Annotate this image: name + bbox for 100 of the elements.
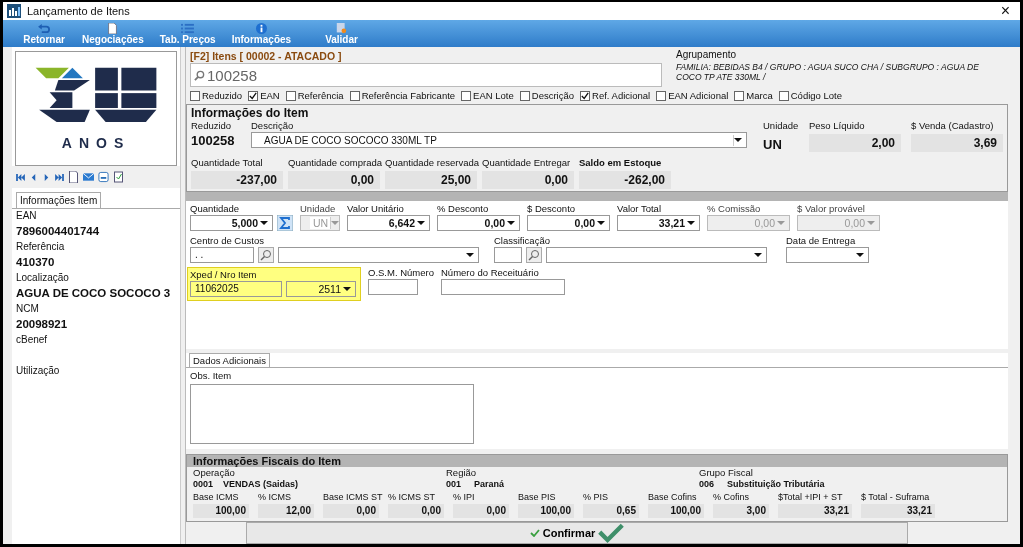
field-value: 410370	[16, 255, 56, 270]
quantity-value: -262,00	[579, 171, 671, 189]
checkbox[interactable]	[190, 90, 200, 101]
checkbox[interactable]	[778, 90, 789, 101]
field-label: EAN	[16, 209, 38, 222]
toolbar-button[interactable]: Validar	[320, 23, 363, 47]
checkbox[interactable]	[580, 90, 591, 101]
search-icon	[194, 69, 205, 81]
checkbox[interactable]	[461, 90, 472, 101]
checkbox-label: Referência	[297, 90, 344, 101]
field-value: AGUA DE COCO SOCOCO 3	[16, 286, 172, 301]
info-icon	[254, 23, 268, 34]
sum-button[interactable]	[277, 215, 293, 232]
checkbox-label: EAN Adicional	[668, 90, 729, 101]
code-value: 100258	[191, 132, 236, 150]
list-icon	[181, 23, 195, 34]
cost-center-dropdown[interactable]	[278, 247, 479, 264]
field-label: Quantidade reservada	[385, 157, 477, 169]
checkbox[interactable]	[734, 90, 745, 101]
items-label: [F2] Itens [ 00002 - ATACADO ]	[190, 49, 343, 63]
additional-data-tab[interactable]: Dados Adicionais	[189, 352, 270, 367]
description-dropdown[interactable]: AGUA DE COCO SOCOCO 330ML TP	[251, 132, 747, 148]
tax-value: 0,00	[323, 504, 379, 518]
search-button[interactable]	[258, 247, 274, 264]
mail-icon[interactable]	[83, 171, 94, 183]
field-label: % IPI	[453, 491, 476, 503]
name-value: VENDAS (Saidas)	[223, 479, 299, 489]
search-field[interactable]: 100258	[190, 63, 662, 87]
toolbar-button[interactable]: Negociações	[77, 23, 149, 47]
price-value: 3,69	[911, 134, 1003, 152]
last-record-icon[interactable]	[55, 173, 64, 181]
dropdown-field[interactable]: 5,000	[190, 215, 273, 232]
dropdown-field[interactable]: 6,642	[347, 215, 430, 232]
weight-value: 2,00	[809, 134, 901, 152]
field-value: 20098921	[16, 317, 69, 332]
checkbox[interactable]	[656, 90, 667, 101]
info-tab[interactable]: Informações Item	[16, 192, 102, 208]
document-icon	[106, 23, 120, 34]
classification-dropdown[interactable]	[546, 247, 767, 264]
field-label: $ Desconto	[527, 203, 577, 216]
next-record-icon[interactable]	[42, 173, 51, 181]
classification-code-field[interactable]	[494, 247, 522, 264]
osm-number-field[interactable]	[368, 279, 418, 296]
caret-icon	[260, 221, 268, 226]
field-label: % PIS	[583, 491, 609, 503]
field-label: Quantidade Total	[191, 157, 264, 169]
caret-icon	[507, 221, 515, 226]
toolbar-button[interactable]: Informações	[226, 23, 297, 47]
field-label: Centro de Custos	[190, 235, 265, 248]
notes-field[interactable]	[190, 383, 474, 444]
field-label: Referência	[16, 240, 66, 253]
field-label: Região	[446, 467, 478, 479]
tax-value: 0,00	[388, 504, 444, 518]
field-label: Descrição	[251, 120, 295, 132]
checkbox[interactable]	[248, 90, 259, 101]
caret-icon	[754, 253, 762, 258]
close-button[interactable]: ×	[990, 3, 1020, 19]
item-number-dropdown[interactable]: 2511	[286, 281, 356, 298]
field-label: Quantidade	[190, 203, 241, 216]
section-title: Informações do Item	[191, 107, 310, 120]
field-label: Valor Total	[617, 203, 662, 216]
prescription-number-field[interactable]	[441, 279, 565, 296]
search-button[interactable]	[526, 247, 542, 264]
field-label: Xped / Nro Item	[190, 269, 258, 282]
tax-value: 33,21	[861, 504, 935, 518]
code-value: 001	[446, 479, 463, 489]
previous-record-icon[interactable]	[29, 173, 38, 181]
checkbox[interactable]	[519, 90, 530, 101]
field-label: % Cofins	[713, 491, 750, 503]
toolbar-button[interactable]: Retornar	[17, 23, 71, 47]
field-label: $ Venda (Cadastro)	[911, 120, 995, 132]
order-number-field[interactable]: 11062025	[190, 281, 282, 298]
field-label: Base ICMS	[193, 491, 240, 503]
document-icon[interactable]	[68, 171, 79, 183]
field-label: Obs. Item	[190, 369, 233, 382]
quantity-value: -237,00	[191, 171, 283, 189]
grouping-label: Agrupamento	[676, 49, 738, 60]
dropdown-field[interactable]: 0,00	[527, 215, 610, 232]
delivery-date-dropdown[interactable]	[786, 247, 869, 264]
checkbox[interactable]	[349, 90, 360, 101]
dropdown-field[interactable]: 0,00	[437, 215, 520, 232]
checkbox[interactable]	[285, 90, 296, 101]
field-label: cBenef	[16, 333, 49, 346]
toolbar-button[interactable]: Tab. Preços	[154, 23, 221, 47]
checkbox-label: EAN	[260, 90, 280, 101]
check-icon	[598, 523, 625, 543]
dropdown-field[interactable]: 33,21	[617, 215, 700, 232]
field-label: Operação	[193, 467, 236, 479]
code-value: 006	[699, 479, 716, 489]
checkbox-label: Referência Fabricante	[361, 90, 456, 101]
confirm-button[interactable]: Confirmar	[246, 522, 908, 544]
field-label: % Desconto	[437, 203, 490, 216]
field-label: $ Total - Suframa	[861, 491, 931, 503]
checklist-icon[interactable]	[113, 171, 124, 183]
first-record-icon[interactable]	[16, 173, 25, 181]
field-label: NCM	[16, 302, 40, 315]
field-label: O.S.M. Número	[368, 267, 434, 280]
cost-center-code-field[interactable]: . .	[190, 247, 254, 264]
field-value: 7896004401744	[16, 224, 101, 239]
tax-value: 100,00	[193, 504, 249, 518]
